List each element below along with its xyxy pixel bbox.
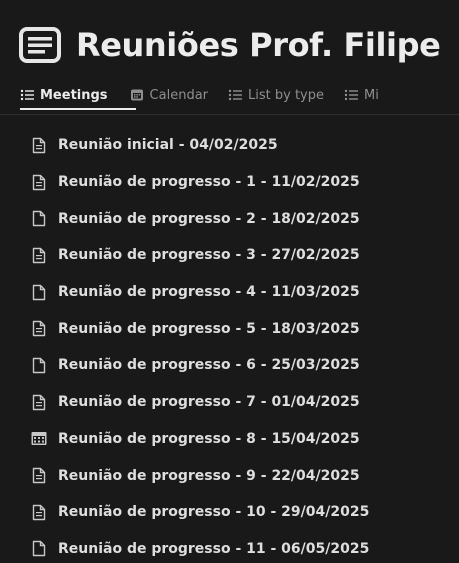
document-icon[interactable] [18, 24, 68, 66]
doc-lines-icon [30, 393, 48, 411]
meeting-title: Reunião de progresso - 6 - 25/03/2025 [58, 357, 360, 374]
list-item[interactable]: Reunião de progresso - 1 - 11/02/2025 [0, 164, 459, 201]
list-icon [344, 88, 358, 102]
meeting-title: Reunião de progresso - 2 - 18/02/2025 [58, 210, 360, 227]
doc-blank-icon [30, 540, 48, 558]
meeting-title: Reunião inicial - 04/02/2025 [58, 137, 278, 154]
list-item[interactable]: Reunião de progresso - 10 - 29/04/2025 [0, 494, 459, 531]
tab-label: Meetings [40, 87, 108, 103]
calendar-grid-icon [30, 430, 48, 448]
doc-blank-icon [30, 283, 48, 301]
list-item[interactable]: Reunião de progresso - 8 - 15/04/2025 [0, 421, 459, 458]
list-item[interactable]: Reunião de progresso - 2 - 18/02/2025 [0, 200, 459, 237]
doc-blank-icon [30, 210, 48, 228]
doc-lines-icon [30, 173, 48, 191]
doc-lines-icon [30, 467, 48, 485]
list-item[interactable]: Reunião de progresso - 5 - 18/03/2025 [0, 310, 459, 347]
meeting-title: Reunião de progresso - 4 - 11/03/2025 [58, 284, 360, 301]
meeting-title: Reunião de progresso - 10 - 29/04/2025 [58, 504, 370, 521]
doc-lines-icon [30, 503, 48, 521]
tab-meetings[interactable]: Meetings [0, 80, 108, 110]
meeting-title: Reunião de progresso - 5 - 18/03/2025 [58, 320, 360, 337]
list-item[interactable]: Reunião de progresso - 7 - 01/04/2025 [0, 384, 459, 421]
calendar-icon [130, 88, 144, 102]
tab-more[interactable]: Mi [344, 80, 379, 110]
list-icon [20, 88, 34, 102]
list-item[interactable]: Reunião inicial - 04/02/2025 [0, 127, 459, 164]
tab-label: Calendar [149, 87, 209, 103]
meeting-list: Reunião inicial - 04/02/2025 Reunião de … [0, 127, 459, 563]
meeting-title: Reunião de progresso - 9 - 22/04/2025 [58, 467, 360, 484]
list-item[interactable]: Reunião de progresso - 9 - 22/04/2025 [0, 457, 459, 494]
doc-lines-icon [30, 320, 48, 338]
meeting-title: Reunião de progresso - 7 - 01/04/2025 [58, 394, 360, 411]
meeting-title: Reunião de progresso - 11 - 06/05/2025 [58, 540, 370, 557]
page-title: Reuniões Prof. Filipe [76, 26, 441, 64]
divider [0, 114, 459, 115]
list-item[interactable]: Reunião de progresso - 11 - 06/05/2025 [0, 531, 459, 563]
tab-label: Mi [364, 87, 379, 103]
tab-calendar[interactable]: Calendar [130, 80, 208, 110]
page-header: Reuniões Prof. Filipe [18, 20, 441, 70]
list-item[interactable]: Reunião de progresso - 6 - 25/03/2025 [0, 347, 459, 384]
active-tab-indicator [20, 108, 136, 110]
list-item[interactable]: Reunião de progresso - 3 - 27/02/2025 [0, 237, 459, 274]
doc-lines-icon [30, 246, 48, 264]
list-item[interactable]: Reunião de progresso - 4 - 11/03/2025 [0, 274, 459, 311]
doc-lines-icon [30, 136, 48, 154]
meeting-title: Reunião de progresso - 8 - 15/04/2025 [58, 430, 360, 447]
tab-label: List by type [248, 87, 324, 103]
tab-list-by-type[interactable]: List by type [228, 80, 324, 110]
doc-blank-icon [30, 356, 48, 374]
list-icon [228, 88, 243, 102]
meeting-title: Reunião de progresso - 3 - 27/02/2025 [58, 247, 360, 264]
meeting-title: Reunião de progresso - 1 - 11/02/2025 [58, 174, 360, 191]
view-tabs: Meetings Calendar List by type Mi [0, 80, 459, 110]
